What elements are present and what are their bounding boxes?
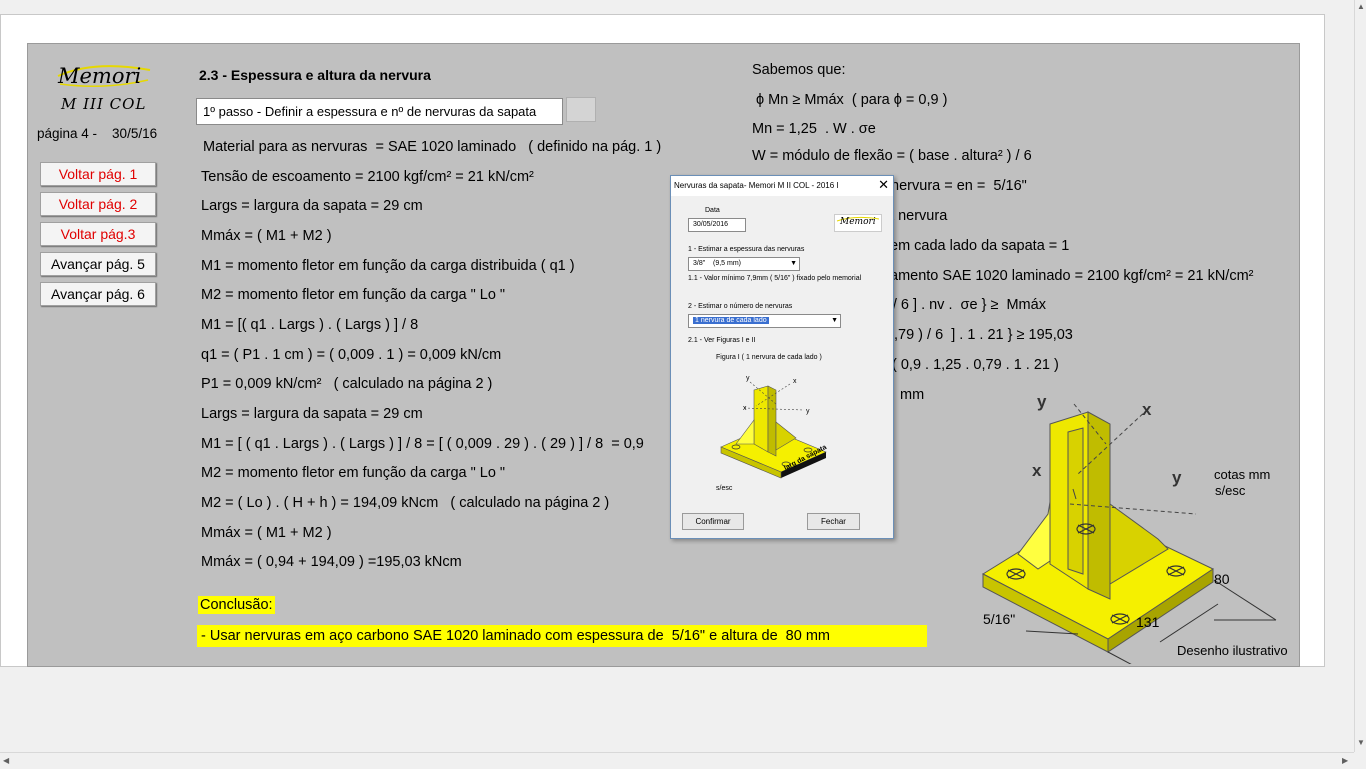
- calc-line-left: M2 = momento fletor em função da carga "…: [201, 287, 506, 303]
- dim-80-label: 80: [1214, 571, 1230, 587]
- confirm-button[interactable]: Confirmar: [682, 513, 744, 530]
- axis-x-label-left: x: [1032, 461, 1042, 480]
- vertical-scrollbar[interactable]: ▲ ▼: [1354, 0, 1366, 752]
- calc-line-right: a nervura: [886, 208, 948, 224]
- dim-131-label: 131: [1136, 614, 1160, 630]
- dialog-title: Nervuras da sapata- Memori M II COL - 20…: [671, 176, 893, 196]
- calc-line-left: Mmáx = ( M1 + M2 ): [201, 228, 332, 244]
- step-field-button[interactable]: [566, 97, 596, 122]
- calc-line-right: Mn = 1,25 . W . σe: [752, 121, 876, 137]
- calc-line-left: Mmáx = ( 0,94 + 194,09 ) =195,03 kNcm: [201, 554, 462, 570]
- dialog-logo-text: Memori: [840, 217, 876, 227]
- calc-line-right: amento SAE 1020 laminado = 2100 kgf/cm² …: [890, 268, 1254, 284]
- step-field[interactable]: 1º passo - Definir a espessura e nº de n…: [196, 98, 563, 125]
- scroll-left-icon[interactable]: ◀: [3, 756, 9, 765]
- back-page-1-button[interactable]: Voltar pág. 1: [40, 162, 156, 186]
- cotas-label: cotas mm: [1214, 467, 1271, 482]
- figure-caption: Figura I ( 1 nervura de cada lado ): [716, 354, 822, 361]
- dialog-logo: Memori: [834, 214, 882, 232]
- thickness-select[interactable]: 3/8" (9,5 mm) ▼: [688, 257, 800, 271]
- calc-line-left: Largs = largura da sapata = 29 cm: [201, 406, 423, 422]
- calc-line-right: ,79 ) / 6 ] . 1 . 21 } ≥ 195,03: [894, 327, 1073, 343]
- ribs-dialog: Nervuras da sapata- Memori M II COL - 20…: [670, 175, 894, 539]
- forward-page-6-button[interactable]: Avançar pág. 6: [40, 282, 156, 306]
- calc-line-left: M2 = ( Lo ) . ( H + h ) = 194,09 kNcm ( …: [201, 495, 610, 511]
- calc-line-left: Material para as nervuras = SAE 1020 lam…: [203, 139, 662, 155]
- chevron-down-icon[interactable]: ▼: [790, 258, 797, 270]
- calc-line-left: M1 = momento fletor em função da carga d…: [201, 258, 575, 274]
- scroll-down-icon[interactable]: ▼: [1357, 738, 1365, 747]
- dim-516-label: 5/16": [983, 611, 1016, 627]
- calc-line-left: Largs = largura da sapata = 29 cm: [201, 198, 423, 214]
- calc-line-right: em cada lado da sapata = 1: [890, 238, 1070, 254]
- axis-y-label-right: y: [1172, 468, 1182, 487]
- calc-line-left: Mmáx = ( M1 + M2 ): [201, 525, 332, 541]
- scroll-up-icon[interactable]: ▲: [1357, 2, 1365, 11]
- ribs-select[interactable]: 1 nervura de cada lado ▼: [688, 314, 841, 328]
- section-title: 2.3 - Espessura e altura da nervura: [199, 67, 431, 83]
- back-page-2-button[interactable]: Voltar pág. 2: [40, 192, 156, 216]
- forward-page-5-button[interactable]: Avançar pág. 5: [40, 252, 156, 276]
- calc-line-left: P1 = 0,009 kN/cm² ( calculado na página …: [201, 376, 493, 392]
- calc-line-right: ) / 6 ] . nv . σe } ≥ Mmáx: [884, 297, 1046, 313]
- scroll-right-icon[interactable]: ▶: [1342, 756, 1348, 765]
- calc-line-right: ϕ Mn ≥ Mmáx ( para ϕ = 0,9 ): [752, 92, 948, 108]
- calc-line-left: M2 = momento fletor em função da carga "…: [201, 465, 506, 481]
- scale-label: s/esc: [1215, 483, 1246, 498]
- back-page-3-button[interactable]: Voltar pág.3: [40, 222, 156, 246]
- figure-axis-y: y: [746, 375, 750, 382]
- conclusion-text: - Usar nervuras em aço carbono SAE 1020 …: [197, 625, 927, 647]
- figure-axis-x-left: x: [743, 405, 747, 412]
- conclusion-label: Conclusão:: [198, 596, 275, 614]
- calc-line-right: ( 0,9 . 1,25 . 0,79 . 1 . 21 ): [892, 357, 1059, 373]
- step2-label: 2 - Estimar o número de nervuras: [688, 303, 793, 310]
- step1-label: 1 - Estimar a espessura das nervuras: [688, 246, 805, 253]
- axis-x-label-top: x: [1142, 400, 1152, 419]
- figure-scale: s/esc: [716, 485, 733, 492]
- logo-brand: Memori: [58, 64, 142, 88]
- calc-line-left: q1 = ( P1 . 1 cm ) = ( 0,009 . 1 ) = 0,0…: [201, 347, 502, 363]
- figure-axis-x: x: [793, 378, 797, 385]
- calc-line-left: M1 = [( q1 . Largs ) . ( Largs ) ] / 8: [201, 317, 419, 333]
- horizontal-scrollbar[interactable]: ◀ ▶: [0, 752, 1354, 769]
- close-button[interactable]: Fechar: [807, 513, 860, 530]
- axis-y-label: y: [1037, 392, 1047, 411]
- page-info: página 4 - 30/5/16: [37, 126, 158, 141]
- logo-product: M III COL: [61, 95, 147, 113]
- chevron-down-icon[interactable]: ▼: [831, 315, 838, 327]
- step21-label: 2.1 - Ver Figuras I e II: [688, 337, 756, 344]
- thickness-value: 3/8" (9,5 mm): [693, 260, 741, 267]
- figure-1-image: [720, 381, 827, 479]
- drawing-caption: Desenho ilustrativo: [1177, 643, 1288, 658]
- ribs-value: 1 nervura de cada lado: [693, 317, 769, 324]
- calc-line-right: Sabemos que:: [752, 62, 846, 78]
- calc-line-right: mm: [900, 387, 925, 403]
- date-label: Data: [705, 207, 720, 214]
- calc-line-right: W = módulo de flexão = ( base . altura² …: [752, 148, 1032, 164]
- calc-line-left: Tensão de escoamento = 2100 kgf/cm² = 21…: [201, 169, 534, 185]
- date-field[interactable]: 30/05/2016: [688, 218, 746, 232]
- calc-line-left: M1 = [ ( q1 . Largs ) . ( Largs ) ] / 8 …: [201, 436, 644, 452]
- step1-note: 1.1 - Valor mínimo 7,9mm ( 5/16" ) fixad…: [688, 275, 862, 282]
- worksheet-area: Memori M III COL página 4 - 30/5/16 Volt…: [27, 43, 1300, 667]
- spreadsheet-window: Memori M III COL página 4 - 30/5/16 Volt…: [0, 14, 1325, 667]
- close-icon[interactable]: ✕: [878, 178, 889, 192]
- figure-axis-y-right: y: [806, 408, 810, 415]
